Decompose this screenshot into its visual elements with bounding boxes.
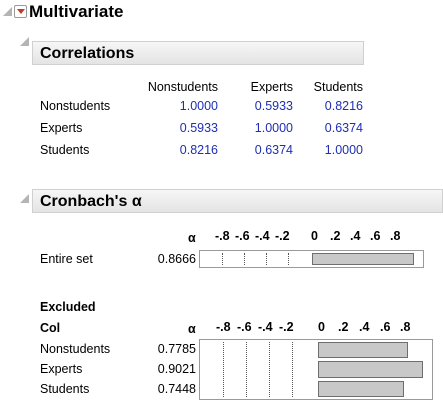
axis-tick-label: .8 bbox=[390, 229, 401, 243]
column-header: Experts bbox=[250, 80, 293, 94]
table-cell: 0.6374 bbox=[254, 143, 293, 157]
axis-tick-label: -.6 bbox=[237, 320, 252, 334]
axis-tick-label: .2 bbox=[330, 229, 341, 243]
row-alpha: 0.7785 bbox=[157, 342, 196, 356]
alpha-bar-plot bbox=[199, 250, 424, 268]
entire-set-alpha: 0.8666 bbox=[157, 252, 196, 266]
row-label: Experts bbox=[40, 121, 83, 135]
multivariate-title: Multivariate bbox=[29, 2, 124, 21]
axis-tick-label: -.4 bbox=[258, 320, 273, 334]
gridline bbox=[246, 342, 247, 397]
axis-tick-label: -.4 bbox=[255, 229, 270, 243]
table-cell: 1.0000 bbox=[324, 143, 363, 157]
gridline bbox=[222, 253, 223, 265]
correlations-title: Correlations bbox=[40, 45, 135, 62]
column-header: Students bbox=[313, 80, 363, 94]
alpha-bar bbox=[318, 342, 408, 358]
alpha-column-header: α bbox=[188, 231, 196, 245]
axis-tick-label: .4 bbox=[350, 229, 361, 243]
table-cell: 0.6374 bbox=[324, 121, 363, 135]
collapse-triangle-icon[interactable] bbox=[3, 7, 12, 16]
row-alpha: 0.9021 bbox=[157, 362, 196, 376]
axis-tick-label: .2 bbox=[338, 320, 349, 334]
axis-tick-label: -.2 bbox=[279, 320, 294, 334]
alpha-column-header: α bbox=[188, 322, 196, 336]
excluded-header: Excluded bbox=[40, 300, 96, 314]
column-header: Nonstudents bbox=[147, 80, 218, 94]
gridline bbox=[244, 253, 245, 265]
gridline bbox=[269, 342, 270, 397]
alpha-bar bbox=[318, 381, 404, 397]
axis-tick-label: .8 bbox=[400, 320, 411, 334]
red-triangle-menu-icon[interactable] bbox=[14, 5, 27, 18]
row-label: Nonstudents bbox=[40, 342, 111, 356]
axis-tick-label: 0 bbox=[318, 320, 325, 334]
table-cell: 0.8216 bbox=[179, 143, 218, 157]
row-label: Students bbox=[40, 143, 90, 157]
alpha-bar bbox=[318, 361, 423, 378]
collapse-triangle-icon[interactable] bbox=[20, 37, 29, 46]
row-label: Students bbox=[40, 382, 90, 396]
row-label: Nonstudents bbox=[40, 99, 111, 113]
table-cell: 1.0000 bbox=[179, 99, 218, 113]
entire-set-label: Entire set bbox=[40, 252, 93, 266]
gridline bbox=[288, 253, 289, 265]
axis-tick-label: .4 bbox=[359, 320, 370, 334]
axis-tick-label: .6 bbox=[370, 229, 381, 243]
row-alpha: 0.7448 bbox=[157, 382, 196, 396]
alpha-bar bbox=[312, 253, 414, 265]
axis-tick-label: 0 bbox=[311, 229, 318, 243]
axis-tick-label: -.6 bbox=[235, 229, 250, 243]
cronbach-title: Cronbach's α bbox=[40, 193, 142, 210]
col-header: Col bbox=[40, 321, 61, 335]
row-label: Experts bbox=[40, 362, 83, 376]
table-cell: 1.0000 bbox=[254, 121, 293, 135]
excluded-alpha-bar-plot bbox=[199, 339, 433, 400]
gridline bbox=[266, 253, 267, 265]
axis-tick-label: .6 bbox=[380, 320, 391, 334]
axis-tick-label: -.8 bbox=[215, 229, 230, 243]
axis-tick-label: -.2 bbox=[275, 229, 290, 243]
table-cell: 0.5933 bbox=[179, 121, 218, 135]
table-cell: 0.8216 bbox=[324, 99, 363, 113]
axis-tick-label: -.8 bbox=[216, 320, 231, 334]
collapse-triangle-icon[interactable] bbox=[20, 194, 29, 203]
gridline bbox=[292, 342, 293, 397]
table-cell: 0.5933 bbox=[254, 99, 293, 113]
gridline bbox=[223, 342, 224, 397]
